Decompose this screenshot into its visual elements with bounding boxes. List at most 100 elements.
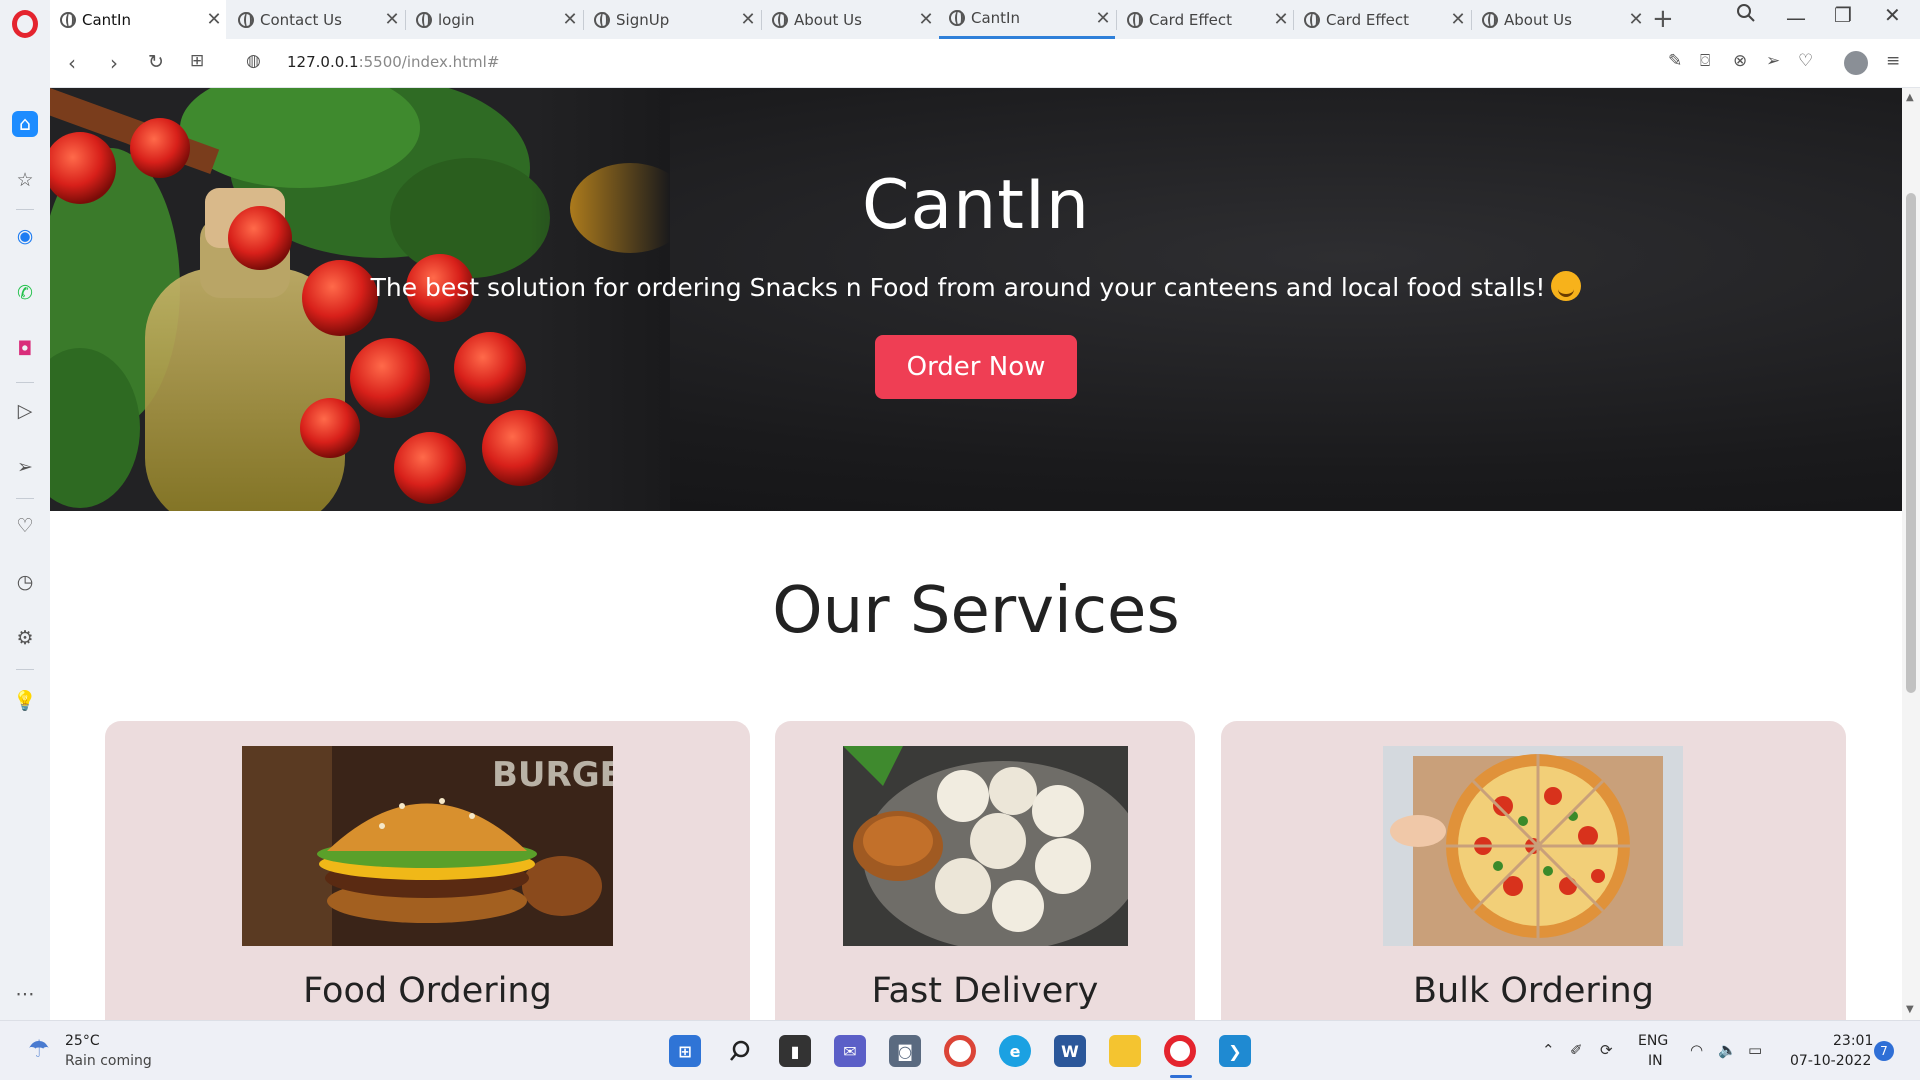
tab-title: About Us xyxy=(1504,10,1572,29)
sync-icon[interactable]: ⟳ xyxy=(1600,1041,1613,1059)
close-icon[interactable]: ✕ xyxy=(736,9,760,30)
globe-icon xyxy=(1482,11,1498,28)
url-path: :5500/index.html# xyxy=(358,53,500,71)
service-card-food-ordering[interactable]: BURGER Food Ordering xyxy=(105,721,750,1020)
home-icon[interactable]: ⌂ xyxy=(12,111,38,137)
notification-badge[interactable]: 7 xyxy=(1874,1041,1894,1061)
chrome-icon[interactable] xyxy=(944,1035,976,1067)
player-icon[interactable]: ▷ xyxy=(12,398,38,424)
whatsapp-icon[interactable]: ✆ xyxy=(12,280,38,306)
close-icon[interactable]: ✕ xyxy=(202,9,226,30)
minimize-icon[interactable]: — xyxy=(1786,6,1806,30)
browser-tabstrip: CantIn ✕ Contact Us ✕ login ✕ SignUp ✕ A… xyxy=(0,0,1920,39)
restore-icon[interactable]: ❐ xyxy=(1834,3,1852,27)
tab-cantin-2[interactable]: CantIn ✕ xyxy=(939,0,1115,39)
send-icon[interactable]: ➢ xyxy=(12,454,38,480)
clock-date[interactable]: 07-10-2022 xyxy=(1790,1053,1871,1069)
url-field[interactable]: 127.0.0.1:5500/index.html# xyxy=(287,53,499,71)
task-view-icon[interactable]: ▮ xyxy=(779,1035,811,1067)
weather-temperature[interactable]: 25°C xyxy=(65,1033,100,1049)
tab-title: Card Effect xyxy=(1149,10,1233,29)
close-icon[interactable]: ✕ xyxy=(914,9,938,30)
opera-icon[interactable] xyxy=(1164,1035,1196,1067)
vscode-icon[interactable]: ❯ xyxy=(1219,1035,1251,1067)
history-icon[interactable]: ◷ xyxy=(12,569,38,595)
send-icon[interactable]: ➢ xyxy=(1766,51,1780,71)
adblock-icon[interactable]: ⊗ xyxy=(1733,51,1747,71)
star-icon[interactable]: ☆ xyxy=(12,167,38,193)
scroll-thumb[interactable] xyxy=(1906,193,1916,693)
close-icon[interactable]: ✕ xyxy=(380,9,404,30)
opera-logo-icon[interactable] xyxy=(12,10,38,38)
close-icon[interactable]: ✕ xyxy=(558,9,582,30)
page-scrollbar[interactable]: ▲ ▼ xyxy=(1902,88,1920,1020)
tab-card-effect[interactable]: Card Effect ✕ xyxy=(1117,0,1293,39)
weather-description[interactable]: Rain coming xyxy=(65,1053,152,1069)
globe-icon xyxy=(1304,11,1320,28)
back-arrow-icon[interactable]: ‹ xyxy=(68,51,76,75)
easy-setup-icon[interactable]: ≡ xyxy=(1886,51,1900,71)
card-title: Food Ordering xyxy=(303,971,552,1011)
region-indicator[interactable]: IN xyxy=(1648,1053,1663,1069)
avatar[interactable] xyxy=(1844,51,1868,75)
grid-icon[interactable]: ⊞ xyxy=(190,51,204,71)
new-tab-icon[interactable]: + xyxy=(1652,4,1674,34)
tab-contact-us[interactable]: Contact Us ✕ xyxy=(228,0,404,39)
forward-arrow-icon[interactable]: › xyxy=(110,51,118,75)
pen-workspace-icon[interactable]: ✐ xyxy=(1570,1041,1583,1059)
heart-icon[interactable]: ♡ xyxy=(1798,51,1813,71)
page-viewport: CantIn The best solution for ordering Sn… xyxy=(50,88,1902,1020)
tab-card-effect-2[interactable]: Card Effect ✕ xyxy=(1294,0,1470,39)
clock-time[interactable]: 23:01 xyxy=(1833,1033,1873,1049)
card-title: Fast Delivery xyxy=(871,971,1099,1011)
search-tabs-icon[interactable] xyxy=(1736,3,1756,28)
tab-about-us[interactable]: About Us ✕ xyxy=(762,0,938,39)
close-icon[interactable]: ✕ xyxy=(1624,9,1648,30)
file-explorer-icon[interactable] xyxy=(1109,1035,1141,1067)
close-icon[interactable]: ✕ xyxy=(1446,9,1470,30)
service-card-fast-delivery[interactable]: Fast Delivery xyxy=(775,721,1195,1020)
wifi-icon[interactable]: ◠ xyxy=(1690,1041,1703,1059)
teams-chat-icon[interactable]: ✉ xyxy=(834,1035,866,1067)
lightbulb-icon[interactable]: 💡 xyxy=(12,687,38,713)
tab-login[interactable]: login ✕ xyxy=(406,0,582,39)
language-indicator[interactable]: ENG xyxy=(1638,1033,1668,1049)
weather-rain-icon[interactable]: ☂ xyxy=(28,1035,50,1063)
close-icon[interactable]: ✕ xyxy=(1091,8,1115,29)
tab-title: CantIn xyxy=(82,10,131,29)
chevron-up-icon[interactable]: ⌃ xyxy=(1542,1041,1555,1059)
sidebar-divider xyxy=(16,669,34,670)
windows-start-icon[interactable]: ⊞ xyxy=(669,1035,701,1067)
hero-title: CantIn xyxy=(861,166,1091,245)
more-icon[interactable]: ⋯ xyxy=(12,981,38,1007)
camera-icon[interactable]: ⌼ xyxy=(1700,51,1710,71)
heart-icon[interactable]: ♡ xyxy=(12,513,38,539)
volume-icon[interactable]: 🔈 xyxy=(1718,1041,1737,1059)
search-icon[interactable] xyxy=(724,1035,756,1067)
close-window-icon[interactable]: ✕ xyxy=(1884,3,1901,27)
sidebar-divider xyxy=(16,209,34,210)
tab-about-us-2[interactable]: About Us ✕ xyxy=(1472,0,1648,39)
tab-signup[interactable]: SignUp ✕ xyxy=(584,0,760,39)
settings-icon[interactable]: ⚙ xyxy=(12,625,38,651)
word-icon[interactable]: W xyxy=(1054,1035,1086,1067)
order-now-button[interactable]: Order Now xyxy=(875,335,1077,399)
instagram-icon[interactable]: ◘ xyxy=(12,336,38,362)
tab-title: login xyxy=(438,10,475,29)
edge-icon[interactable]: e xyxy=(999,1035,1031,1067)
globe-icon xyxy=(949,10,965,26)
reload-icon[interactable]: ↻ xyxy=(148,51,164,73)
globe-icon[interactable]: ◍ xyxy=(246,51,261,71)
tab-cantin[interactable]: CantIn ✕ xyxy=(50,0,226,39)
close-icon[interactable]: ✕ xyxy=(1269,9,1293,30)
hero-subtitle: The best solution for ordering Snacks n … xyxy=(50,271,1902,302)
scroll-up-icon[interactable]: ▲ xyxy=(1906,92,1914,103)
sidebar-divider xyxy=(16,498,34,499)
snapshot-edit-icon[interactable]: ✎ xyxy=(1668,51,1682,71)
battery-icon[interactable]: ▭ xyxy=(1748,1041,1762,1059)
service-card-bulk-ordering[interactable]: Bulk Ordering xyxy=(1221,721,1846,1020)
scroll-down-icon[interactable]: ▼ xyxy=(1906,1004,1914,1015)
messenger-icon[interactable]: ◉ xyxy=(12,223,38,249)
tab-title: SignUp xyxy=(616,10,670,29)
camera-app-icon[interactable]: ◙ xyxy=(889,1035,921,1067)
